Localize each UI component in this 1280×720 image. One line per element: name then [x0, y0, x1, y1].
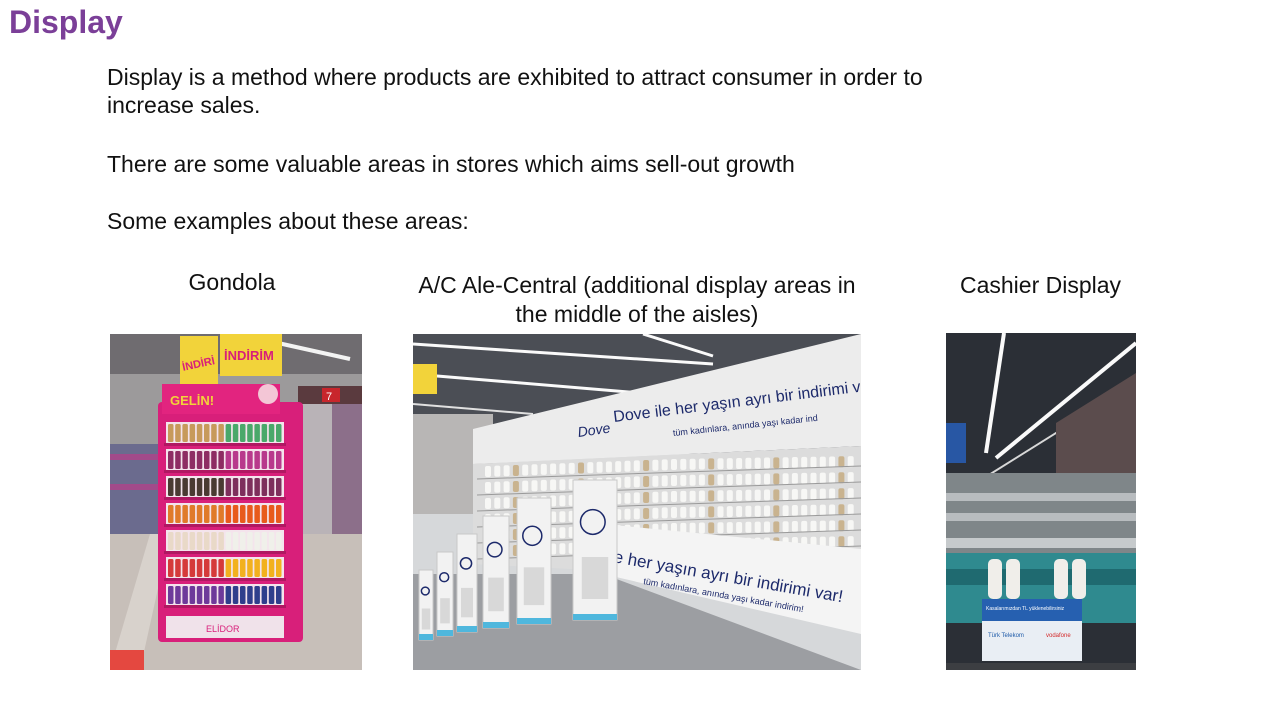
cashier-display-caption: Cashier Display: [959, 272, 1122, 298]
brand-right: vodafone: [1046, 633, 1071, 639]
gondola-header: GELİN!: [170, 393, 214, 408]
examples-intro-paragraph: Some examples about these areas:: [107, 208, 469, 234]
ale-central-photo: Dove ile her yaşın ayrı bir indirimi v t…: [413, 334, 861, 670]
slide-title: Display: [9, 4, 123, 40]
definition-paragraph: Display is a method where products are e…: [107, 64, 923, 118]
valuable-areas-paragraph: There are some valuable areas in stores …: [107, 151, 795, 177]
aisle-number: 7: [326, 391, 332, 403]
gondola-base-brand: ELİDOR: [206, 624, 240, 634]
cashier-sign: Kasalarımızdan TL yüklenebilirsiniz: [986, 606, 1065, 612]
ale-central-caption: A/C Ale-Central (additional display area…: [418, 272, 856, 327]
gondola-photo: 7 İNDİRİ İNDİRİM GELİN! ELİDOR: [110, 334, 362, 670]
gondola-caption: Gondola: [188, 269, 276, 295]
sign-right: İNDİRİM: [224, 348, 274, 363]
cashier-display-photo: Kasalarımızdan TL yüklenebilirsiniz Türk…: [946, 333, 1136, 670]
brand-left: Türk Telekom: [988, 633, 1024, 639]
